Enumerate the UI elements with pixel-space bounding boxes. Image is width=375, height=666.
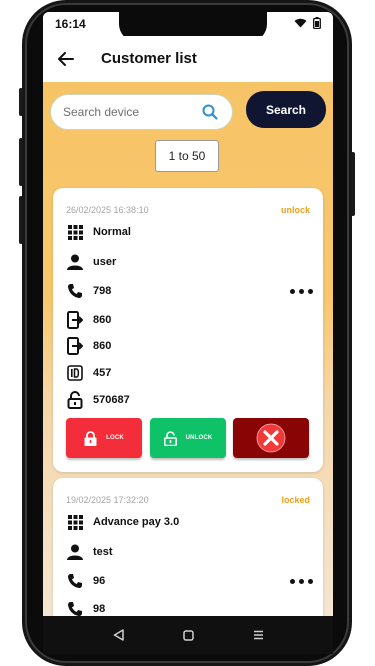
user-name: user [93, 256, 117, 268]
device-id: 860 [93, 340, 112, 352]
lock-button[interactable]: LOCK [66, 418, 142, 458]
user-row: user [66, 252, 116, 272]
status-icons [294, 17, 321, 29]
phone-number: 798 [93, 285, 112, 297]
volume-up-button [19, 88, 23, 116]
device-transfer-icon [66, 311, 84, 329]
phone-icon [66, 282, 84, 300]
code-row: 457 [66, 363, 111, 383]
app-screen: 16:14 Customer list Search 1 to 50 [43, 12, 333, 616]
unlock-icon [163, 430, 177, 446]
plan-name: Normal [93, 226, 131, 238]
unlock-icon [66, 391, 84, 409]
search-button[interactable]: Search [246, 91, 326, 128]
device-row: 860 [66, 310, 111, 330]
phone-row: 96 [66, 571, 105, 591]
plan-name: Advance pay 3.0 [93, 516, 180, 528]
lock-label: LOCK [106, 435, 124, 441]
menu-lines-icon [253, 630, 263, 640]
arrow-left-icon [58, 52, 74, 66]
phone-number: 96 [93, 575, 106, 587]
card-status: locked [281, 495, 310, 505]
battery-icon [313, 17, 321, 29]
close-circle-icon [256, 423, 286, 453]
code-value: 457 [93, 367, 112, 379]
card-date: 19/02/2025 17:32:20 [66, 495, 149, 505]
app-bar: Customer list [43, 36, 333, 82]
pin-row: 570687 [66, 390, 130, 410]
status-time: 16:14 [55, 17, 86, 31]
nav-back-button[interactable] [108, 625, 128, 645]
person-icon [66, 543, 84, 561]
plan-row: Normal [66, 222, 131, 242]
nav-home-button[interactable] [178, 625, 198, 645]
system-nav-bar [43, 616, 333, 654]
unlock-button[interactable]: UNLOCK [150, 418, 226, 458]
grid-icon [66, 513, 84, 531]
search-icon[interactable] [202, 104, 218, 120]
customer-card[interactable]: 26/02/2025 16:38:10 unlock Normal user 7… [53, 188, 323, 472]
more-options-icon[interactable] [287, 285, 315, 297]
square-home-icon [182, 629, 194, 641]
triangle-back-icon [113, 629, 124, 641]
delete-button[interactable] [233, 418, 309, 458]
card-status: unlock [280, 205, 310, 215]
user-row: test [66, 542, 113, 562]
phone-number: 98 [93, 603, 106, 615]
lock-icon [84, 430, 97, 446]
unlock-label: UNLOCK [185, 435, 213, 441]
device-id: 860 [93, 314, 112, 326]
device-row: 860 [66, 336, 111, 356]
phone-row: 798 [66, 281, 111, 301]
page-title: Customer list [101, 50, 197, 67]
search-input[interactable] [63, 105, 203, 119]
power-button [351, 152, 355, 216]
volume-down-button [19, 138, 23, 186]
plan-row: Advance pay 3.0 [66, 512, 179, 532]
id-card-icon [66, 364, 84, 382]
phone-icon [66, 600, 84, 616]
pin-value: 570687 [93, 394, 130, 406]
search-box [50, 94, 233, 130]
page-range-button[interactable]: 1 to 50 [155, 140, 219, 172]
phone-row: 98 [66, 599, 105, 616]
more-options-icon[interactable] [287, 575, 315, 587]
silent-switch [19, 196, 23, 244]
phone-icon [66, 572, 84, 590]
wifi-icon [294, 18, 307, 28]
back-button[interactable] [55, 48, 77, 70]
nav-recents-button[interactable] [248, 625, 268, 645]
device-transfer-icon [66, 337, 84, 355]
customer-card[interactable]: 19/02/2025 17:32:20 locked Advance pay 3… [53, 478, 323, 616]
user-name: test [93, 546, 113, 558]
person-icon [66, 253, 84, 271]
grid-icon [66, 223, 84, 241]
card-date: 26/02/2025 16:38:10 [66, 205, 149, 215]
